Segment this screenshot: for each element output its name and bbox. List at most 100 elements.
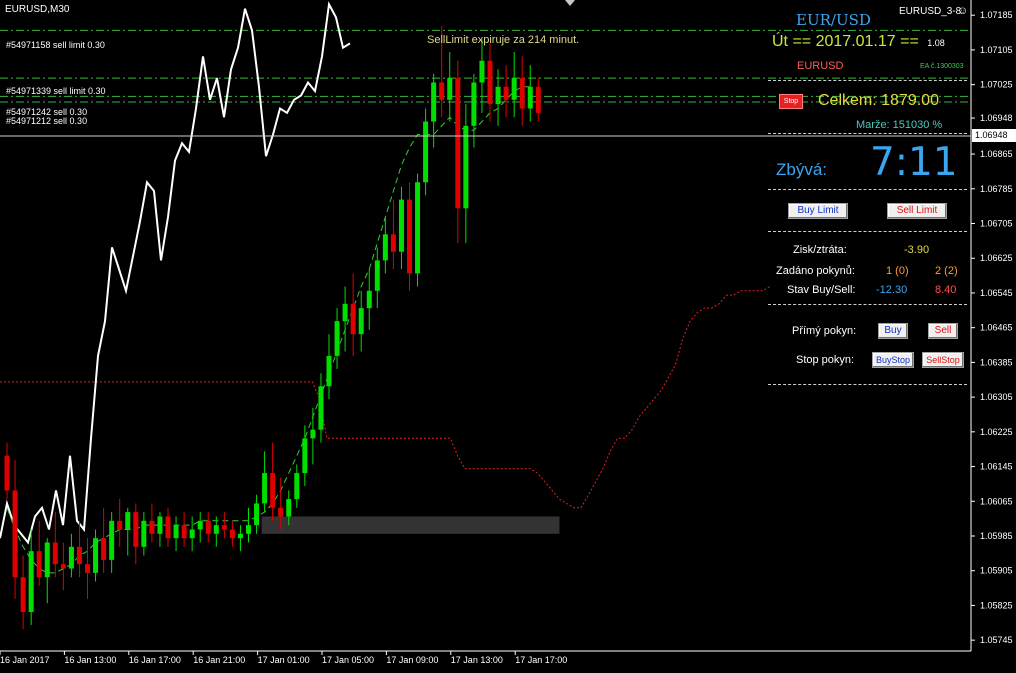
candle-body — [141, 520, 147, 547]
chart-symbol-label: EURUSD,M30 — [5, 4, 70, 15]
candle-body — [44, 542, 50, 578]
candle-body — [60, 564, 66, 569]
zadano-buy: 1 (0) — [886, 265, 909, 277]
candle-body — [36, 551, 42, 578]
stop-pokyn-label: Stop pokyn: — [796, 354, 855, 366]
price-tick-label: 1.06948 — [980, 113, 1013, 123]
panel-separator — [768, 133, 967, 134]
candle-body — [133, 512, 139, 547]
candle-body — [197, 520, 203, 530]
price-tick-label: 1.06705 — [980, 219, 1013, 229]
candle-body — [205, 520, 211, 534]
candle-body — [278, 507, 284, 517]
candle-body — [431, 82, 437, 122]
candle-body — [221, 525, 227, 530]
expiry-text: SellLimit expiruje za 214 minut. — [427, 34, 580, 46]
ea-code: EA č.1300303 — [920, 63, 964, 70]
zadano-label: Zadáno pokynů: — [776, 265, 855, 277]
price-axis-ticks: 1.07185 1.07105 1.07025 1.06948 1.06865 1.067… — [971, 10, 1013, 645]
candle-body — [503, 86, 509, 100]
smiley-icon: ☺ — [957, 5, 969, 17]
time-left-value: 7:11 — [870, 140, 958, 185]
grey-zone — [261, 516, 560, 534]
candle-body — [535, 86, 541, 113]
buystop-button[interactable]: BuyStop — [872, 352, 914, 368]
day-suffix: == — [900, 33, 919, 50]
candle-body — [310, 429, 316, 439]
order-label-1[interactable]: #54971158 sell limit 0.30 — [6, 40, 105, 50]
day-prefix: Út == — [772, 33, 812, 50]
candle-body — [52, 542, 58, 565]
candle-body — [479, 60, 485, 83]
price-tick-label: 1.06065 — [980, 496, 1013, 506]
buy-limit-button[interactable]: Buy Limit — [788, 203, 848, 219]
time-tick-label: 16 Jan 21:00 — [193, 655, 245, 665]
celkem-value: Celkem: 1879.00 — [818, 92, 939, 109]
candle-body — [262, 473, 268, 504]
zbyva-label: Zbývá: — [776, 160, 828, 179]
candle-body — [76, 546, 82, 565]
price-tick-label: 1.07185 — [980, 10, 1013, 20]
ea-name-label: EURUSD_3-8 — [899, 6, 962, 17]
candle-body — [246, 525, 251, 534]
candle-body — [382, 234, 388, 261]
sellstop-button[interactable]: SellStop — [922, 352, 964, 368]
candle-body — [125, 512, 131, 530]
candle-body — [318, 386, 324, 430]
price-tick-label: 1.06145 — [980, 462, 1013, 472]
price-tick-label: 1.07105 — [980, 45, 1013, 55]
time-tick-label: 17 Jan 17:00 — [515, 655, 567, 665]
time-axis-ticks: 16 Jan 2017 16 Jan 13:00 16 Jan 17:00 16 Ja… — [0, 651, 567, 665]
red-dotted-line — [0, 285, 771, 509]
time-tick-label: 17 Jan 09:00 — [386, 655, 438, 665]
sell-limit-button[interactable]: Sell Limit — [887, 203, 947, 219]
candle-body — [173, 525, 179, 539]
candle-body — [302, 438, 308, 474]
order-label-4[interactable]: #54971212 sell 0.30 — [6, 116, 87, 126]
time-tick-label: 17 Jan 01:00 — [258, 655, 310, 665]
price-tick-label: 1.05985 — [980, 531, 1013, 541]
chart-scroll-triangle-icon[interactable] — [565, 0, 575, 6]
candle-body — [358, 308, 364, 335]
candle-body — [447, 78, 453, 100]
candle-body — [213, 525, 219, 534]
day-small-value: 1.08 — [927, 38, 945, 48]
candle-body — [109, 520, 115, 560]
panel-separator — [768, 384, 967, 385]
candle-body — [270, 473, 276, 508]
panel-symbol: EURUSD — [797, 60, 844, 72]
candle-body — [487, 60, 493, 105]
candle-body — [12, 490, 18, 578]
price-tick-label: 1.06385 — [980, 357, 1013, 367]
date-value: 2017.01.17 — [815, 33, 896, 50]
candle-body — [471, 82, 477, 126]
candle-body — [149, 520, 155, 534]
time-tick-label: 16 Jan 13:00 — [64, 655, 116, 665]
candle-body — [455, 78, 461, 209]
price-tick-label: 1.06465 — [980, 323, 1013, 333]
order-label-2[interactable]: #54971339 sell limit 0.30 — [6, 86, 106, 96]
pair-title: EUR/USD — [796, 11, 871, 29]
candle-body — [326, 355, 332, 387]
candle-body — [511, 78, 517, 100]
price-tick-label: 1.06785 — [980, 184, 1013, 194]
price-tick-label: 1.06545 — [980, 288, 1013, 298]
price-tick-label: 1.06305 — [980, 392, 1013, 402]
candle-body — [85, 564, 90, 573]
date-line: Út == 2017.01.17 == 1.08 — [772, 33, 945, 51]
candle-body — [189, 529, 195, 539]
candle-body — [350, 303, 356, 335]
candle-body — [286, 499, 292, 517]
candle-body — [423, 121, 429, 183]
price-tick-label: 1.06865 — [980, 149, 1013, 159]
price-tick-label: 1.05905 — [980, 566, 1013, 576]
time-tick-label: 16 Jan 2017 — [0, 655, 50, 665]
stop-button[interactable]: Stop — [779, 94, 803, 109]
candle-body — [165, 516, 171, 539]
zisk-label: Zisk/ztráta: — [793, 244, 847, 256]
buy-button[interactable]: Buy — [878, 323, 908, 339]
panel-separator — [768, 304, 967, 305]
price-tick-label: 1.05745 — [980, 635, 1013, 645]
sell-button[interactable]: Sell — [928, 323, 958, 339]
candle-body — [229, 529, 235, 539]
